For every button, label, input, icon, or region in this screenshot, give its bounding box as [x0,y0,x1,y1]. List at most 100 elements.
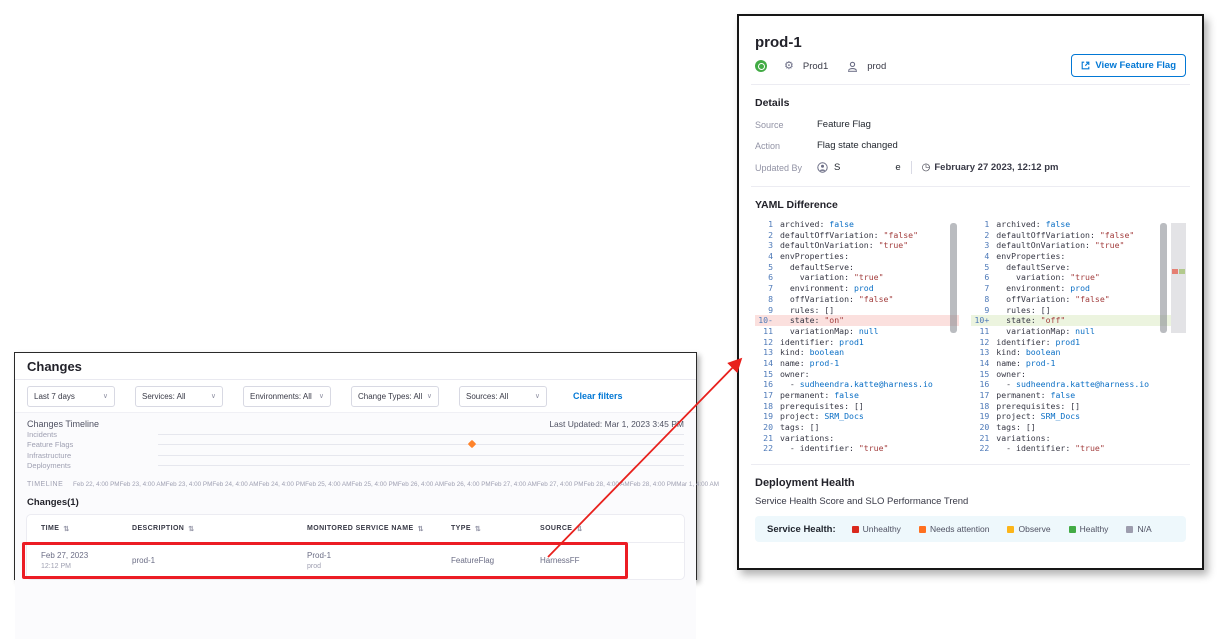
column-header-label: MONITORED SERVICE NAME [307,525,414,532]
timeline-row-line [158,455,684,456]
timeline-tick: Feb 24, 4:00 PM [259,481,306,488]
chevron-down-icon: ∨ [535,393,540,400]
diff-scrollbar[interactable] [1160,223,1167,333]
line-number: 10+ [971,315,989,326]
line-number: 2 [755,230,773,241]
yaml-line: 6 variation: "true" [971,272,1186,283]
services-dropdown[interactable]: Services: All ∨ [135,386,223,407]
column-header[interactable]: SOURCE⇅ [540,525,684,533]
last-updated-text: Last Updated: Mar 1, 2023 3:45 PM [549,419,684,429]
yaml-line-text: variationMap: null [996,326,1095,337]
yaml-line: 10+ state: "off" [971,315,1186,326]
diff-minimap[interactable] [1171,223,1186,333]
yaml-line: 9 rules: [] [971,305,1186,316]
yaml-line: 21variations: [755,433,959,444]
line-number: 21 [755,433,773,444]
details-section-title: Details [755,97,1186,109]
legend-swatch [1007,526,1014,533]
timeline-row-label: Feature Flags [27,440,158,449]
timeline-row: Feature Flags [27,440,684,451]
yaml-line-text: archived: false [996,219,1070,230]
legend-item: Observe [1007,524,1050,534]
environments-value: Environments: All [250,392,312,401]
legend-swatch [852,526,859,533]
chevron-down-icon: ∨ [103,393,108,400]
services-value: Services: All [142,392,186,401]
yaml-line-text: prerequisites: [] [996,401,1080,412]
line-number: 12 [971,337,989,348]
minimap-added-mark [1179,269,1185,274]
filter-bar: Last 7 days ∨ Services: All ∨ Environmen… [15,380,696,413]
environments-dropdown[interactable]: Environments: All ∨ [243,386,331,407]
chevron-down-icon: ∨ [427,393,432,400]
line-number: 5 [755,262,773,273]
line-number: 19 [971,411,989,422]
changes-panel: Changes Last 7 days ∨ Services: All ∨ En… [14,352,697,580]
time-range-value: Last 7 days [34,392,75,401]
clear-filters-link[interactable]: Clear filters [573,391,623,401]
monitored-service-name: Prod1 [803,61,828,72]
timeline-tick: Feb 23, 4:00 PM [166,481,213,488]
yaml-line-text: tags: [] [780,422,819,433]
line-number: 15 [971,369,989,380]
column-header[interactable]: DESCRIPTION⇅ [132,525,307,533]
column-header[interactable]: TIME⇅ [41,525,132,533]
yaml-line: 6 variation: "true" [755,272,959,283]
sources-dropdown[interactable]: Sources: All ∨ [459,386,547,407]
timeline-row-line [158,465,684,466]
timeline-tick: Feb 22, 4:00 PM [73,481,120,488]
yaml-line: 19 project: SRM_Docs [971,411,1186,422]
yaml-line: 12identifier: prod1 [755,337,959,348]
line-number: 13 [755,347,773,358]
yaml-line-text: variationMap: null [780,326,879,337]
line-number: 16 [755,379,773,390]
yaml-line-text: variations: [996,433,1050,444]
column-header[interactable]: MONITORED SERVICE NAME⇅ [307,525,451,533]
line-number: 10- [755,315,773,326]
sort-icon: ⇅ [475,525,481,533]
yaml-line-text: name: prod-1 [780,358,839,369]
cell-service: Prod-1 [307,551,451,561]
change-event-marker[interactable] [468,440,476,448]
updated-by-last: e [895,162,900,173]
yaml-line: 17permanent: false [755,390,959,401]
legend-item: N/A [1126,524,1151,534]
yaml-line: 22 - identifier: "true" [755,443,959,454]
legend-swatch [1069,526,1076,533]
timeline-tick: Feb 26, 4:00 AM [398,481,444,488]
column-header-label: DESCRIPTION [132,525,184,532]
yaml-diff: 1archived: false2defaultOffVariation: "f… [755,219,1186,454]
cell-type: FeatureFlag [451,556,540,566]
timeline-rows: IncidentsFeature FlagsInfrastructureDepl… [27,429,684,471]
change-types-dropdown[interactable]: Change Types: All ∨ [351,386,439,407]
yaml-line-text: environment: prod [780,283,874,294]
yaml-line-text: owner: [996,369,1026,380]
yaml-line-text: kind: boolean [996,347,1060,358]
clock-icon: ◷ [922,163,931,173]
minimap-removed-mark [1172,269,1178,274]
detail-title: prod-1 [755,34,1186,51]
diff-scrollbar[interactable] [950,223,957,333]
environment-icon [847,61,858,72]
yaml-line-text: project: SRM_Docs [996,411,1080,422]
line-number: 14 [971,358,989,369]
table-row[interactable]: Feb 27, 2023 12:12 PM prod-1 Prod-1 prod… [27,542,684,579]
cell-time: Feb 27, 2023 [41,551,132,561]
line-number: 4 [755,251,773,262]
timeline-axis: TIMELINE Feb 22, 4:00 PMFeb 23, 4:00 AMF… [15,473,696,490]
yaml-line-text: - sudheendra.katte@harness.io [996,379,1149,390]
chevron-down-icon: ∨ [211,393,216,400]
yaml-line-text: identifier: prod1 [780,337,864,348]
line-number: 6 [755,272,773,283]
view-feature-flag-button[interactable]: View Feature Flag [1071,54,1186,77]
column-header[interactable]: TYPE⇅ [451,525,540,533]
yaml-line: 20tags: [] [971,422,1186,433]
legend-label: Needs attention [930,524,990,534]
timeline-row: Infrastructure [27,450,684,461]
time-range-dropdown[interactable]: Last 7 days ∨ [27,386,115,407]
yaml-line: 4envProperties: [755,251,959,262]
page-title: Changes [15,353,696,380]
line-number: 11 [971,326,989,337]
feature-flag-source-icon [755,60,767,72]
yaml-line-text: - identifier: "true" [996,443,1104,454]
